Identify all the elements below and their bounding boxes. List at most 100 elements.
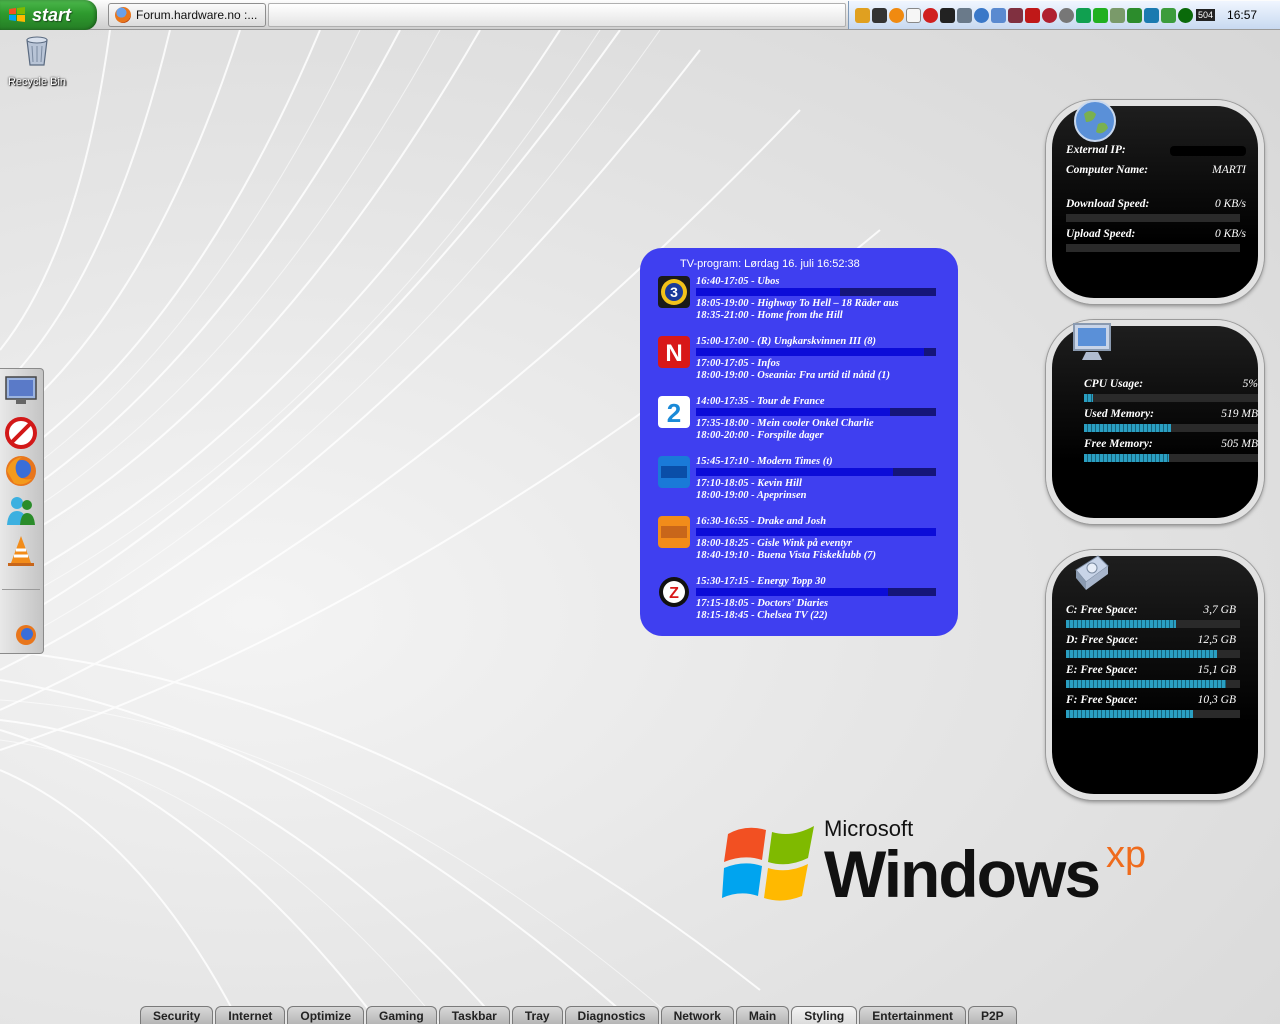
drive-f-fill bbox=[1066, 710, 1194, 718]
tv-next-1: 18:05-19:00 - Highway To Hell – 18 Räder… bbox=[696, 298, 899, 309]
firefox-icon[interactable] bbox=[2, 453, 40, 489]
tray-network-icon[interactable] bbox=[991, 7, 1006, 23]
drive-f-value: 10,3 GB bbox=[1197, 694, 1236, 706]
nrk2-logo bbox=[658, 516, 690, 548]
upload-speed-bar bbox=[1066, 244, 1240, 252]
drive-e-bar bbox=[1066, 680, 1240, 688]
tv-progress-bar bbox=[696, 288, 936, 296]
tab-optimize[interactable]: Optimize bbox=[287, 1006, 365, 1024]
free-memory-fill bbox=[1084, 454, 1170, 462]
tab-security[interactable]: Security bbox=[140, 1006, 214, 1024]
drive-f-label: F: Free Space: bbox=[1066, 694, 1138, 706]
drive-c-label: C: Free Space: bbox=[1066, 604, 1138, 616]
drive-c-fill bbox=[1066, 620, 1176, 628]
tv-progress-fill bbox=[696, 348, 924, 356]
tray-document-icon[interactable] bbox=[906, 7, 921, 23]
svg-text:3: 3 bbox=[670, 284, 678, 300]
cpu-usage-bar bbox=[1084, 394, 1258, 402]
zdf-logo: Z bbox=[659, 577, 689, 607]
tv-next-2: 18:40-19:10 - Buena Vista Fiskeklubb (7) bbox=[696, 550, 876, 561]
tab-diagnostics[interactable]: Diagnostics bbox=[564, 1006, 659, 1024]
tv-progress-bar bbox=[696, 468, 936, 476]
svg-text:Z: Z bbox=[669, 585, 679, 602]
download-speed-value: 0 KB/s bbox=[1215, 198, 1246, 210]
tray-plug-icon[interactable] bbox=[1110, 7, 1125, 23]
tv-now-showing: 14:00-17:35 - Tour de France bbox=[696, 396, 825, 407]
tv-next-2: 18:35-21:00 - Home from the Hill bbox=[696, 310, 843, 321]
network-gadget[interactable]: External IP: Computer Name: MARTI Downlo… bbox=[1046, 100, 1264, 304]
cpu-usage-fill bbox=[1084, 394, 1093, 402]
tv-now-showing: 16:40-17:05 - Ubos bbox=[696, 276, 780, 287]
tv-progress-bar bbox=[696, 408, 936, 416]
tv3-logo: 3 bbox=[658, 276, 690, 308]
tray-torrent-icon[interactable] bbox=[1127, 7, 1142, 23]
tray-nvidia-icon[interactable] bbox=[1178, 7, 1193, 23]
used-memory-fill bbox=[1084, 424, 1171, 432]
free-memory-bar bbox=[1084, 454, 1258, 462]
tab-main[interactable]: Main bbox=[735, 1006, 790, 1024]
tray-globe-icon[interactable] bbox=[974, 7, 989, 23]
vlc-cone-icon[interactable] bbox=[2, 533, 40, 569]
cpu-usage-label: CPU Usage: bbox=[1084, 378, 1144, 390]
nrk1-logo bbox=[658, 456, 690, 488]
tv-channel-row[interactable]: 3 16:40-17:05 - Ubos 18:05-19:00 - Highw… bbox=[658, 276, 958, 332]
free-memory-label: Free Memory: bbox=[1084, 438, 1153, 450]
tray-printer-icon[interactable] bbox=[872, 7, 887, 23]
tray-badge[interactable]: 504 bbox=[1196, 9, 1216, 21]
tray-shield-icon[interactable] bbox=[1025, 7, 1040, 23]
free-memory-value: 505 MB bbox=[1221, 438, 1258, 450]
taskbar: start Forum.hardware.no :... 504 16:57 bbox=[0, 0, 1280, 30]
download-speed-label: Download Speed: bbox=[1066, 198, 1150, 210]
recycle-bin[interactable]: Recycle Bin bbox=[6, 32, 68, 88]
tray-app-icon[interactable] bbox=[1008, 7, 1023, 23]
tray-red-icon[interactable] bbox=[923, 7, 938, 23]
tray-gear-icon[interactable] bbox=[957, 7, 972, 23]
tv-program-widget: TV-program: Lørdag 16. juli 16:52:38 3 1… bbox=[640, 248, 958, 636]
tray-l-icon[interactable] bbox=[1144, 7, 1159, 23]
messenger-icon[interactable] bbox=[2, 493, 40, 529]
firefox-small-icon[interactable] bbox=[14, 623, 38, 647]
tv-next-1: 18:00-18:25 - Gisle Wink på eventyr bbox=[696, 538, 853, 549]
drives-gadget[interactable]: C: Free Space: 3,7 GB D: Free Space: 12,… bbox=[1046, 550, 1264, 800]
drive-d-label: D: Free Space: bbox=[1066, 634, 1139, 646]
tab-gaming[interactable]: Gaming bbox=[366, 1006, 437, 1024]
tv-channel-row[interactable]: N 15:00-17:00 - (R) Ungkarskvinnen III (… bbox=[658, 336, 958, 392]
tv-channel-row[interactable]: 15:45-17:10 - Modern Times (t) 17:10-18:… bbox=[658, 456, 958, 512]
drive-f-bar bbox=[1066, 710, 1240, 718]
tab-internet[interactable]: Internet bbox=[215, 1006, 286, 1024]
tv-next-2: 18:00-19:00 - Apeprinsen bbox=[696, 490, 807, 501]
tray-settings-icon[interactable] bbox=[1059, 7, 1074, 23]
tv-next-2: 18:15-18:45 - Chelsea TV (22) bbox=[696, 610, 828, 621]
tv-now-showing: 16:30-16:55 - Drake and Josh bbox=[696, 516, 827, 527]
tv-channel-row[interactable]: 2 14:00-17:35 - Tour de France 17:35-18:… bbox=[658, 396, 958, 452]
computer-name-label: Computer Name: bbox=[1066, 164, 1149, 176]
tab-taskbar[interactable]: Taskbar bbox=[438, 1006, 510, 1024]
tab-tray[interactable]: Tray bbox=[511, 1006, 563, 1024]
upload-speed-label: Upload Speed: bbox=[1066, 228, 1136, 240]
tv-progress-bar bbox=[696, 588, 936, 596]
tab-styling[interactable]: Styling bbox=[791, 1006, 858, 1024]
tray-steam-icon[interactable] bbox=[940, 7, 955, 23]
system-gadget[interactable]: CPU Usage: 5% Used Memory: 519 MB Free M… bbox=[1046, 320, 1264, 524]
clock[interactable]: 16:57 bbox=[1227, 8, 1257, 22]
tv-channel-row[interactable]: 16:30-16:55 - Drake and Josh 18:00-18:25… bbox=[658, 516, 958, 572]
tray-record-icon[interactable] bbox=[1042, 7, 1057, 23]
tray-orange-icon[interactable] bbox=[889, 7, 904, 23]
tab-p2p[interactable]: P2P bbox=[967, 1006, 1017, 1024]
tv2-logo: 2 bbox=[658, 396, 690, 428]
start-button[interactable]: start bbox=[0, 0, 97, 30]
svg-text:2: 2 bbox=[667, 398, 681, 428]
tab-network[interactable]: Network bbox=[660, 1006, 734, 1024]
tray-pencil-icon[interactable] bbox=[855, 7, 870, 23]
tv-channel-row[interactable]: Z 15:30-17:15 - Energy Topp 30 17:15-18:… bbox=[658, 576, 958, 632]
brand-xp: xp bbox=[1106, 834, 1147, 876]
tv-next-2: 18:00-20:00 - Forspilte dager bbox=[696, 430, 824, 441]
tray-messenger-icon[interactable] bbox=[1161, 7, 1176, 23]
tray-chat-icon[interactable] bbox=[1093, 7, 1108, 23]
recycle-bin-icon bbox=[26, 36, 48, 66]
display-icon[interactable] bbox=[2, 373, 40, 409]
tray-green-icon[interactable] bbox=[1076, 7, 1091, 23]
taskbar-window-firefox[interactable]: Forum.hardware.no :... bbox=[108, 3, 266, 27]
no-entry-icon[interactable] bbox=[2, 415, 40, 451]
tab-entertainment[interactable]: Entertainment bbox=[859, 1006, 966, 1024]
